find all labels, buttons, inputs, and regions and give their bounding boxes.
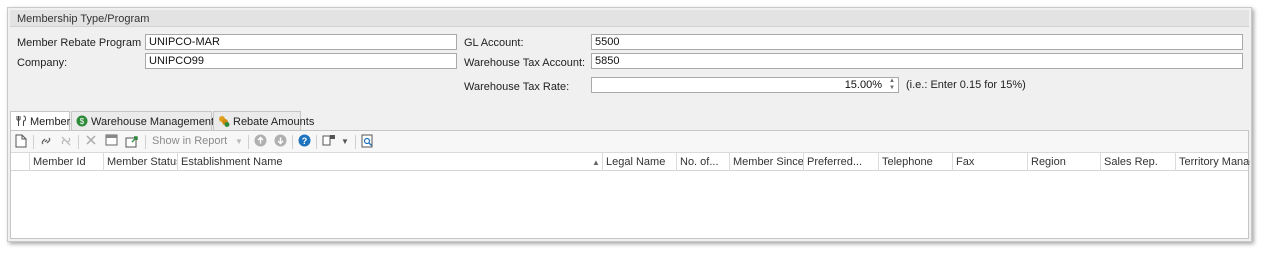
layout-icon[interactable] [321, 134, 337, 150]
members-toolbar: Show in Report ▼ ? ▼ [11, 131, 1248, 153]
group-header: Membership Type/Program [10, 10, 1249, 27]
column-header-fax[interactable]: Fax [952, 153, 1027, 171]
warehouse-tax-rate-label: Warehouse Tax Rate: [464, 81, 570, 93]
warehouse-tax-account-label: Warehouse Tax Account: [464, 57, 586, 69]
spin-buttons-icon[interactable]: ▲ ▼ [887, 78, 897, 92]
warehouse-tax-rate-field[interactable]: 15.00% ▲ ▼ [591, 77, 899, 93]
warehouse-tax-account-field[interactable]: 5850 [591, 53, 1243, 69]
column-header-establishment-name-label: Establishment Name [181, 156, 283, 168]
warehouse-tax-rate-hint: (i.e.: Enter 0.15 for 15%) [906, 79, 1026, 91]
toolbar-separator [145, 135, 146, 149]
toolbar-separator [248, 135, 249, 149]
row-selector-header[interactable] [11, 153, 29, 171]
tab-members-label: Members [30, 116, 76, 128]
toolbar-separator [292, 135, 293, 149]
column-header-member-id[interactable]: Member Id [29, 153, 103, 171]
export-icon[interactable] [124, 134, 140, 150]
column-header-member-since[interactable]: Member Since [729, 153, 803, 171]
column-header-region[interactable]: Region [1027, 153, 1100, 171]
dollar-circle-icon: $ [76, 115, 88, 127]
fork-knife-icon [15, 115, 27, 127]
column-header-legal-name[interactable]: Legal Name [602, 153, 676, 171]
company-label: Company: [17, 57, 68, 69]
toolbar-separator [316, 135, 317, 149]
gl-account-field[interactable]: 5500 [591, 34, 1243, 50]
svg-text:$: $ [80, 117, 85, 126]
chevron-down-icon[interactable]: ▼ [231, 134, 247, 150]
toolbar-separator [78, 135, 79, 149]
new-icon[interactable] [13, 134, 29, 150]
column-header-no-of[interactable]: No. of... [676, 153, 729, 171]
tab-warehouse-management-fees[interactable]: $ Warehouse Management Fees [71, 111, 242, 131]
members-panel: Show in Report ▼ ? ▼ Member Id Member St… [10, 130, 1250, 239]
tab-members[interactable]: Members [10, 111, 76, 132]
column-header-establishment-name[interactable]: Establishment Name [177, 153, 602, 171]
column-header-telephone[interactable]: Telephone [878, 153, 952, 171]
membership-window: Membership Type/Program Member Rebate Pr… [7, 7, 1252, 242]
tab-rebate-amounts[interactable]: Rebate Amounts [213, 111, 314, 131]
unlink-icon[interactable] [58, 134, 74, 150]
gl-account-label: GL Account: [464, 37, 524, 49]
member-rebate-program-name-field[interactable]: UNIPCO-MAR [145, 34, 457, 50]
toolbar-separator [33, 135, 34, 149]
svg-text:?: ? [301, 136, 307, 146]
company-field[interactable]: UNIPCO99 [145, 53, 457, 69]
column-header-preferred[interactable]: Preferred... [803, 153, 878, 171]
move-down-icon[interactable] [272, 134, 288, 150]
chevron-down-icon[interactable]: ▼ [337, 134, 353, 150]
tab-rebate-amounts-label: Rebate Amounts [233, 116, 315, 128]
move-up-icon[interactable] [252, 134, 268, 150]
help-icon[interactable]: ? [296, 134, 312, 150]
column-header-territory-manager[interactable]: Territory Manager [1175, 153, 1250, 171]
window-icon[interactable] [103, 134, 119, 150]
toolbar-separator [355, 135, 356, 149]
column-header-member-status[interactable]: Member Status... [103, 153, 177, 171]
sort-ascending-icon: ▲ [592, 158, 600, 167]
preview-icon[interactable] [359, 134, 375, 150]
coins-icon [218, 115, 230, 127]
members-grid-header: Member Id Member Status... Establishment… [11, 153, 1250, 171]
show-in-report-button[interactable]: Show in Report [152, 135, 227, 147]
members-grid-body[interactable] [11, 172, 1248, 238]
link-icon[interactable] [38, 134, 54, 150]
delete-icon[interactable] [83, 134, 99, 150]
column-header-sales-rep[interactable]: Sales Rep. [1100, 153, 1175, 171]
warehouse-tax-rate-value: 15.00% [844, 79, 882, 91]
